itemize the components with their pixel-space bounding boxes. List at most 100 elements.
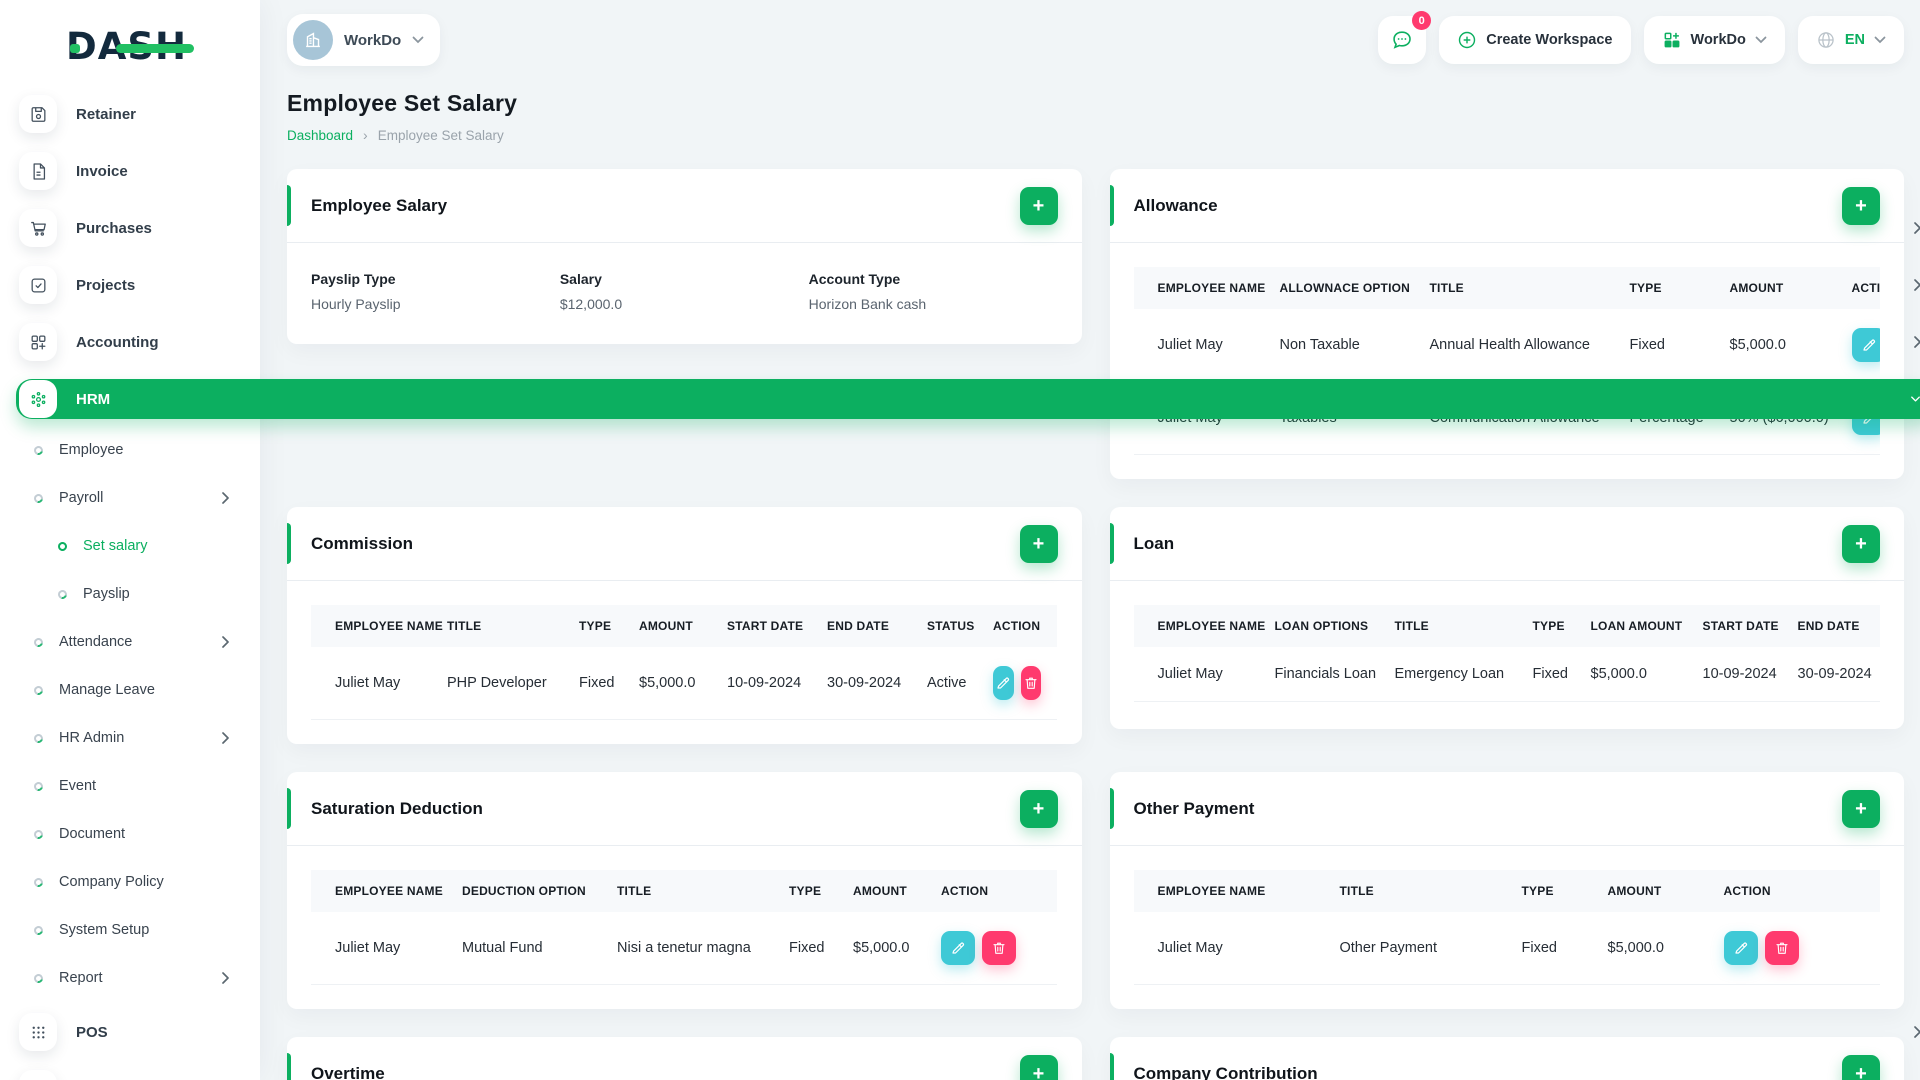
bullet-icon — [56, 587, 69, 601]
app-root: DASH Retainer Invoice Purchases Projects Acc… — [0, 0, 1920, 1080]
delete-button[interactable] — [1020, 666, 1041, 700]
column-header-end-date: END DATE — [1797, 619, 1860, 633]
column-header-amount: AMOUNT — [853, 884, 907, 898]
add-loan-button[interactable]: + — [1842, 524, 1880, 563]
sidebar-item-payslip[interactable]: Payslip — [16, 580, 244, 608]
cards-grid: Employee Salary + Payslip Type Hourly Pay… — [287, 169, 1904, 1080]
column-header-employee-name: EMPLOYEE NAME — [1157, 619, 1266, 633]
table-cell: $5,000.0 — [1591, 912, 1708, 985]
table-header-row: EMPLOYEE NAME LOAN OPTIONS TITLE TYPE LOAN A… — [1133, 605, 1880, 647]
column-header-employee-name: EMPLOYEE NAME — [335, 619, 443, 633]
workdo-menu-button[interactable]: WorkDo — [1643, 16, 1785, 64]
sidebar-item-projects[interactable]: Projects — [16, 265, 1920, 305]
sidebar-item-system-setup[interactable]: System Setup — [16, 916, 244, 944]
column-header-status: STATUS — [927, 619, 975, 633]
sidebar-item-invoice[interactable]: Invoice — [16, 151, 1920, 191]
add-saturation-deduction-button[interactable]: + — [1019, 789, 1058, 828]
hrm-icon — [19, 380, 57, 418]
brand-logo[interactable]: DASH — [0, 0, 260, 92]
messages-badge: 0 — [1412, 11, 1432, 30]
messages-button[interactable]: 0 — [1378, 11, 1432, 64]
sidebar-item-label: Employee — [59, 442, 124, 458]
sidebar-item-set-salary[interactable]: Set salary — [16, 532, 244, 560]
invoice-icon — [19, 152, 57, 190]
sidebar-item-label: Company Policy — [59, 874, 164, 890]
language-button[interactable]: EN — [1797, 16, 1904, 64]
bullet-icon — [32, 443, 45, 457]
bullet-icon — [32, 731, 45, 745]
chevron-right-icon — [221, 972, 230, 984]
bullet-icon — [56, 539, 69, 553]
sidebar-item-accounting[interactable]: Accounting — [16, 322, 1920, 362]
trash-icon — [1775, 942, 1788, 954]
commission-table: EMPLOYEE NAME TITLE TYPE AMOUNT START DATE EN… — [311, 605, 1058, 720]
sidebar-item-hr-admin[interactable]: HR Admin — [16, 724, 244, 752]
topbar-actions: 0 Create Workspace WorkDo EN — [1378, 11, 1904, 64]
workspace-selector[interactable]: WorkDo — [287, 14, 441, 66]
add-commission-button[interactable]: + — [1019, 524, 1058, 563]
sidebar-item-manage-leave[interactable]: Manage Leave — [16, 676, 244, 704]
sidebar-item-hrm[interactable]: HRM — [16, 379, 1920, 419]
table-cell: Fixed — [773, 912, 837, 985]
sidebar-item-label: HRM — [76, 390, 111, 408]
purchases-icon — [19, 209, 57, 247]
edit-button[interactable] — [941, 931, 975, 965]
pencil-icon — [1734, 942, 1747, 954]
table-row: Juliet May Mutual Fund Nisi a tenetur magn… — [311, 912, 1057, 985]
sidebar-item-label: Purchases — [76, 219, 152, 237]
sidebar-item-label: HR Admin — [59, 730, 125, 746]
sidebar-item-company-policy[interactable]: Company Policy — [16, 868, 244, 896]
column-header-type: TYPE — [1521, 884, 1554, 898]
building-icon — [306, 32, 320, 48]
plus-circle-icon — [1459, 31, 1476, 49]
add-other-payment-button[interactable]: + — [1842, 789, 1880, 828]
bullet-icon — [32, 827, 45, 841]
chevron-right-icon — [1913, 336, 1920, 348]
table-cell: Fixed — [1505, 912, 1592, 985]
column-header-type: TYPE — [789, 884, 822, 898]
table-cell: 30-09-2024 — [811, 647, 911, 720]
sidebar-item-event[interactable]: Event — [16, 772, 244, 800]
sidebar-item-document[interactable]: Document — [16, 820, 244, 848]
table-cell: Other Payment — [1323, 912, 1506, 985]
bullet-icon — [32, 875, 45, 889]
workspace-avatar — [293, 20, 333, 60]
sidebar-item-employee[interactable]: Employee — [16, 436, 244, 464]
sidebar-item-label: System Setup — [59, 922, 150, 938]
sidebar: DASH Retainer Invoice Purchases Projects Acc… — [0, 0, 1920, 1080]
chevron-right-icon — [221, 492, 230, 504]
trash-icon — [993, 942, 1005, 954]
create-workspace-button[interactable]: Create Workspace — [1439, 16, 1631, 64]
sidebar-item-purchases[interactable]: Purchases — [16, 208, 1920, 248]
projects-icon — [19, 266, 57, 304]
sidebar-item-payroll[interactable]: Payroll — [16, 484, 244, 512]
sidebar-item-label: Attendance — [59, 634, 133, 650]
column-header-title: TITLE — [617, 884, 652, 898]
sidebar-item-label: Accounting — [76, 333, 159, 351]
edit-button[interactable] — [993, 666, 1014, 700]
chevron-right-icon — [221, 732, 230, 744]
table-cell: Emergency Loan — [1378, 647, 1517, 702]
retainer-icon — [19, 95, 57, 133]
column-header-amount: AMOUNT — [639, 619, 693, 633]
column-header-type: TYPE — [579, 619, 612, 633]
table-cell: Financials Loan — [1258, 647, 1379, 702]
column-header-amount: AMOUNT — [1607, 884, 1662, 898]
sidebar-item-attendance[interactable]: Attendance — [16, 628, 244, 656]
pencil-icon — [952, 942, 965, 954]
sidebar-item-retainer[interactable]: Retainer — [16, 94, 1920, 134]
table-cell: 30-09-2024 — [1781, 647, 1880, 702]
sidebar-menu: Retainer Invoice Purchases Projects Accounti… — [0, 92, 1920, 1080]
commission-card: Commission + EMPLOYEE NAME TITLE TYPE AMOUN… — [287, 507, 1082, 744]
edit-button[interactable] — [1723, 931, 1758, 965]
delete-button[interactable] — [1764, 931, 1799, 965]
column-header-start-date: START DATE — [727, 619, 804, 633]
delete-button[interactable] — [982, 931, 1016, 965]
pencil-icon — [997, 677, 1010, 689]
sidebar-item-report[interactable]: Report — [16, 964, 244, 992]
sidebar-item-crm[interactable]: CRM — [16, 1069, 1920, 1080]
column-header-title: TITLE — [1339, 884, 1374, 898]
sidebar-item-label: Retainer — [76, 105, 137, 123]
workspace-name: WorkDo — [344, 31, 402, 49]
sidebar-item-pos[interactable]: POS — [16, 1012, 1920, 1052]
